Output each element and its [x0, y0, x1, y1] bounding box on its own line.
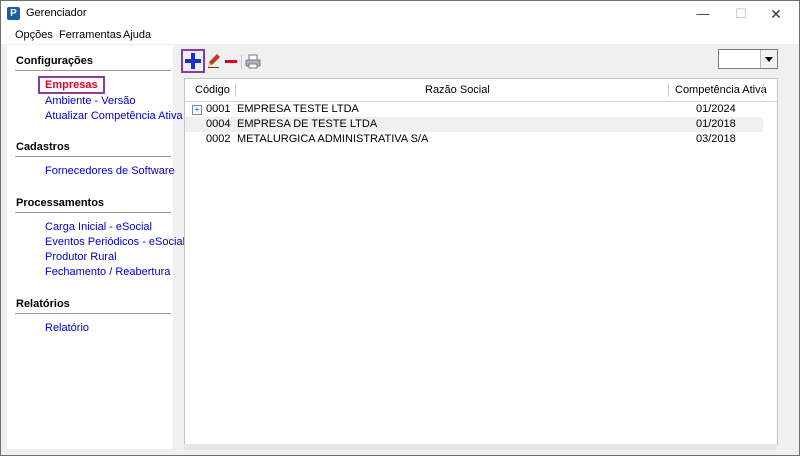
column-header-razao-social[interactable]: Razão Social: [425, 84, 490, 96]
sidebar-item-atualizar-competencia[interactable]: Atualizar Competência Ativa: [45, 110, 183, 122]
table-row[interactable]: 0002 METALURGICA ADMINISTRATIVA S/A 03/2…: [185, 132, 763, 147]
pencil-icon: [208, 54, 220, 68]
cell-codigo: 0002: [206, 133, 231, 145]
section-divider: [15, 70, 171, 71]
section-title-relatorios: Relatórios: [16, 298, 70, 310]
column-divider: [668, 83, 669, 97]
table-row[interactable]: + 0001 EMPRESA TESTE LTDA 01/2024: [185, 102, 763, 117]
menu-ajuda[interactable]: Ajuda: [123, 29, 151, 41]
edit-button[interactable]: [207, 53, 221, 71]
section-divider: [15, 313, 171, 314]
menu-opcoes[interactable]: Opções: [15, 29, 53, 41]
table-row[interactable]: 0004 EMPRESA DE TESTE LTDA 01/2018: [185, 117, 763, 132]
sidebar-item-relatorio[interactable]: Relatório: [45, 322, 89, 334]
minimize-button[interactable]: —: [688, 5, 718, 23]
maximize-button[interactable]: ☐: [726, 5, 756, 23]
expand-icon[interactable]: +: [192, 105, 202, 115]
column-divider: [763, 83, 764, 97]
column-header-codigo[interactable]: Código: [195, 84, 230, 96]
plus-icon: [185, 53, 201, 69]
add-button[interactable]: [181, 49, 205, 73]
window-title: Gerenciador: [26, 7, 87, 19]
cell-razao-social: METALURGICA ADMINISTRATIVA S/A: [237, 133, 429, 145]
cell-competencia: 01/2024: [696, 103, 736, 115]
section-title-configuracoes: Configurações: [16, 55, 94, 67]
sidebar-item-fornecedores[interactable]: Fornecedores de Software: [45, 165, 175, 177]
table-header: Código Razão Social Competência Ativa: [185, 79, 777, 102]
navigation-panel: Configurações Empresas Ambiente - Versão…: [7, 45, 185, 449]
menu-bar: Opções Ferramentas Ajuda: [1, 27, 799, 44]
cell-codigo: 0001: [206, 103, 231, 115]
sidebar-item-produtor-rural[interactable]: Produtor Rural: [45, 251, 117, 263]
column-divider: [235, 83, 236, 97]
chevron-down-icon[interactable]: [760, 50, 777, 68]
printer-icon: [245, 54, 261, 69]
cell-competencia: 01/2018: [696, 118, 736, 130]
cell-razao-social: EMPRESA DE TESTE LTDA: [237, 118, 378, 130]
cell-razao-social: EMPRESA TESTE LTDA: [237, 103, 359, 115]
cell-competencia: 03/2018: [696, 133, 736, 145]
sidebar-item-carga-inicial[interactable]: Carga Inicial - eSocial: [45, 221, 152, 233]
print-button[interactable]: [245, 53, 261, 71]
sidebar-item-ambiente-versao[interactable]: Ambiente - Versão: [45, 95, 136, 107]
main-window: P Gerenciador — ☐ ✕ Opções Ferramentas A…: [0, 0, 800, 456]
column-header-competencia[interactable]: Competência Ativa: [675, 84, 767, 96]
sidebar-item-fechamento-reabertura[interactable]: Fechamento / Reabertura: [45, 266, 170, 278]
toolbar: [179, 45, 793, 77]
sidebar-item-eventos-periodicos[interactable]: Eventos Periódicos - eSocial: [45, 236, 185, 248]
close-button[interactable]: ✕: [761, 5, 791, 23]
title-bar: P Gerenciador — ☐ ✕: [1, 1, 799, 27]
section-divider: [15, 212, 171, 213]
section-divider: [15, 156, 171, 157]
minus-icon: [225, 60, 237, 63]
menu-ferramentas[interactable]: Ferramentas: [59, 29, 121, 41]
section-title-processamentos: Processamentos: [16, 197, 105, 209]
companies-table: Código Razão Social Competência Ativa + …: [184, 78, 778, 445]
app-logo-icon: P: [7, 7, 20, 20]
filter-dropdown[interactable]: [718, 49, 778, 69]
delete-button[interactable]: [224, 53, 238, 71]
section-title-cadastros: Cadastros: [16, 141, 70, 153]
horizontal-scrollbar[interactable]: [184, 444, 777, 450]
sidebar-item-empresas[interactable]: Empresas: [38, 76, 105, 94]
toolbar-separator: [241, 55, 242, 69]
cell-codigo: 0004: [206, 118, 231, 130]
